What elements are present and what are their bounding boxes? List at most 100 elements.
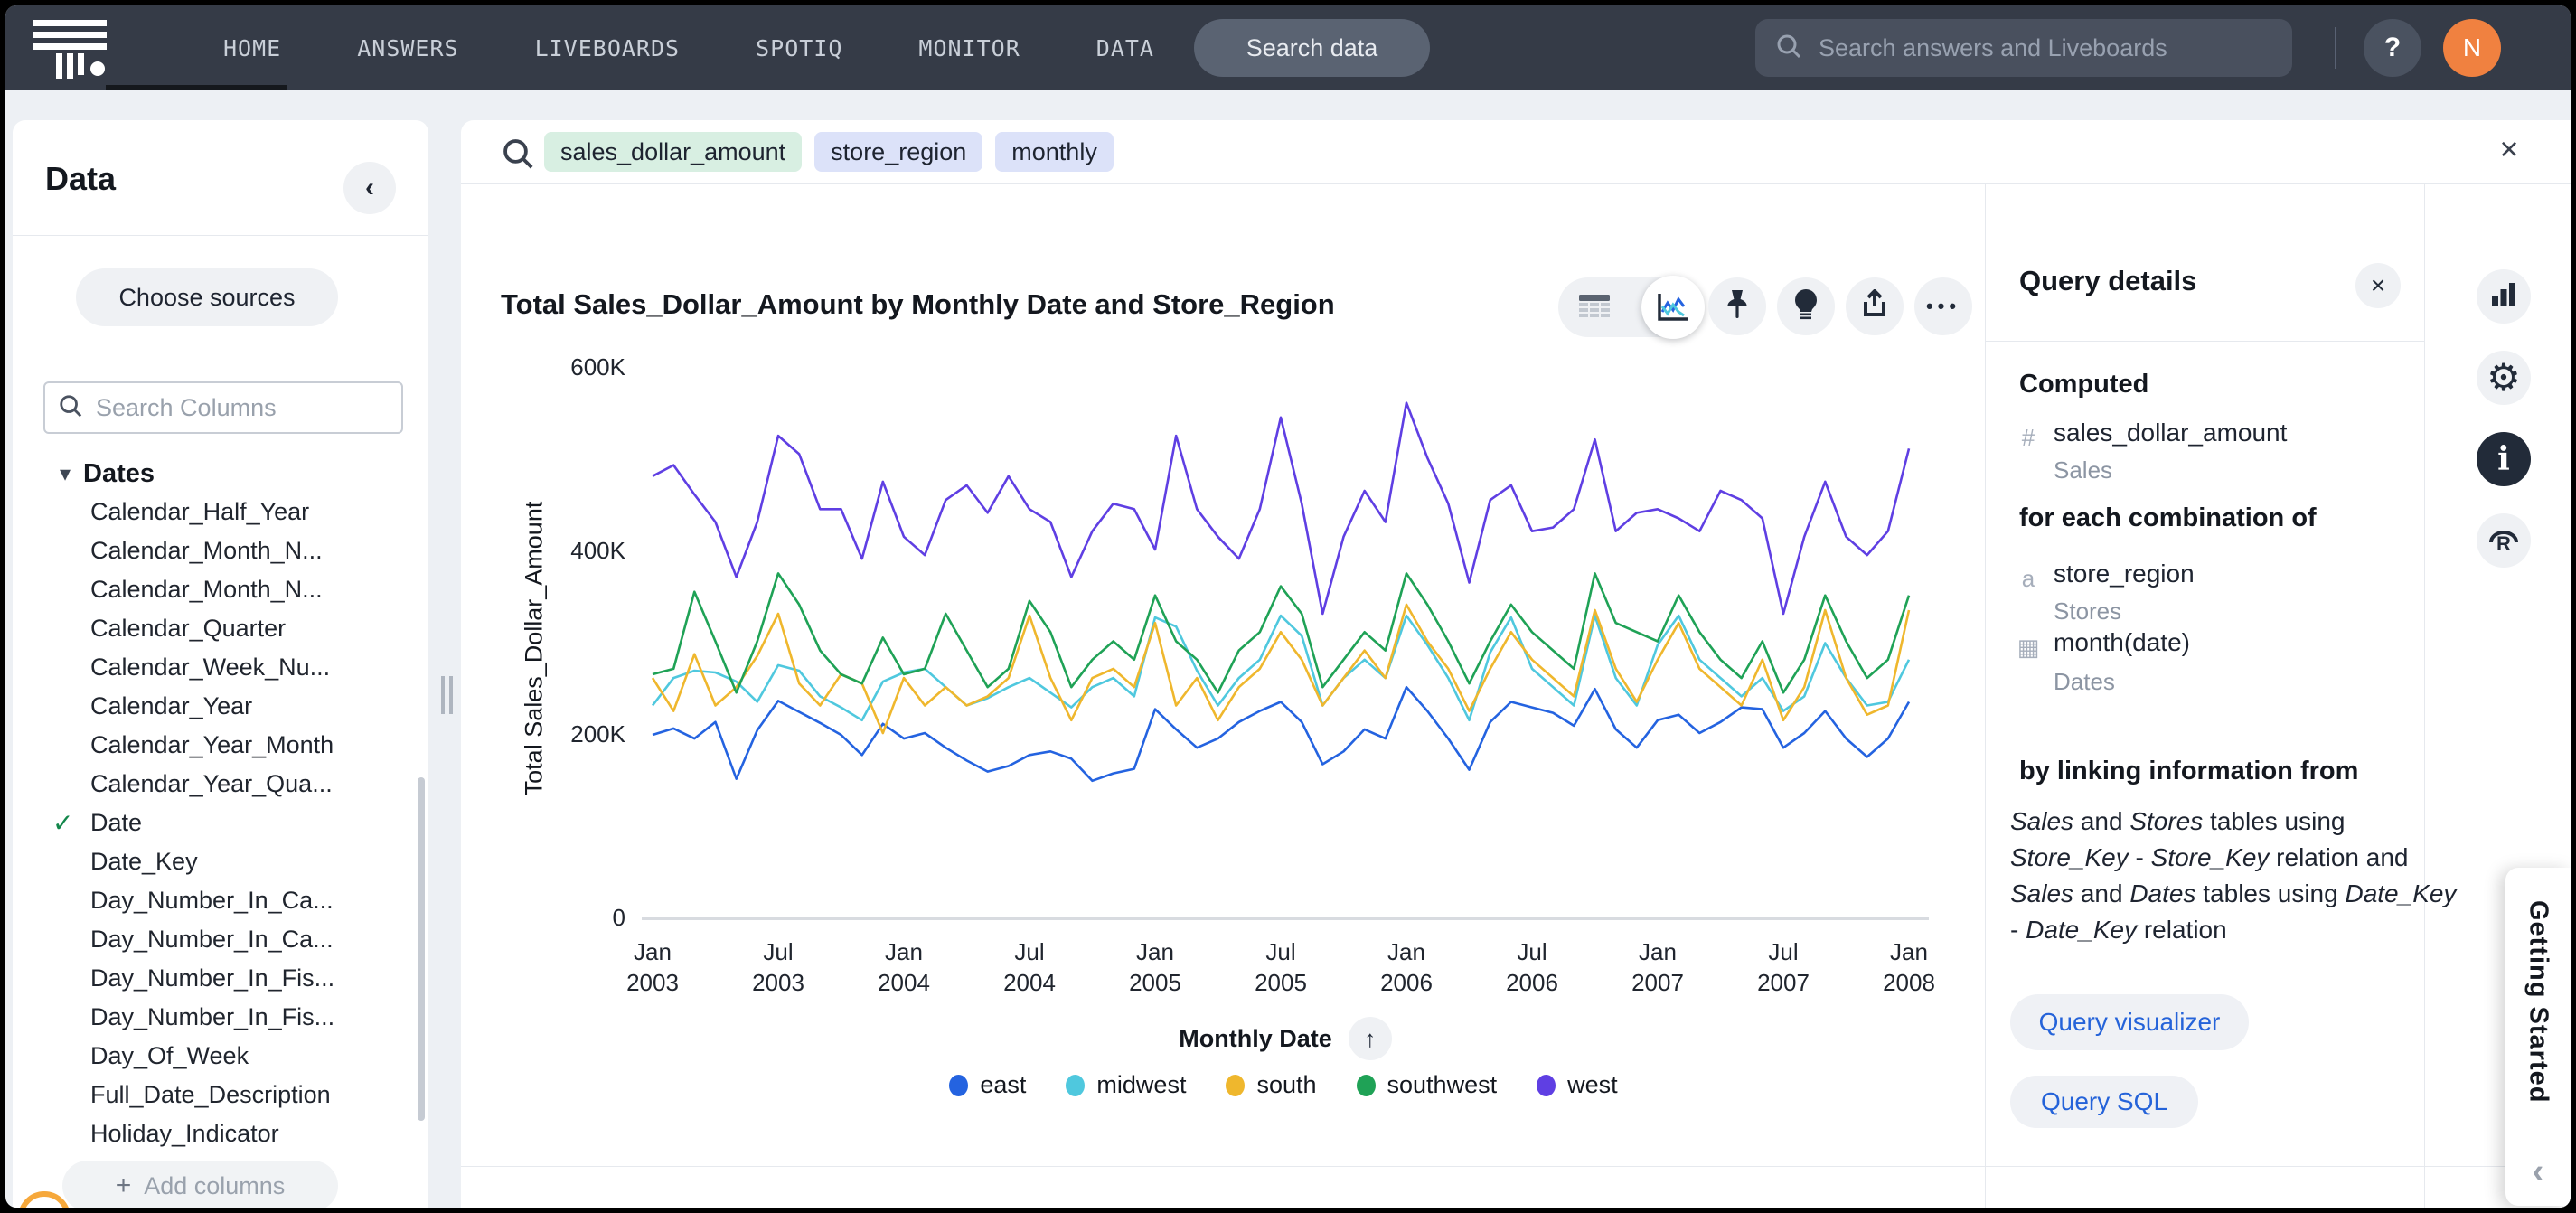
help-button[interactable]: ? (2364, 19, 2421, 77)
settings-button[interactable]: ⚙ (2477, 351, 2531, 405)
pin-icon (1724, 289, 1751, 324)
legend-item-midwest[interactable]: midwest (1066, 1071, 1186, 1099)
clear-search-button[interactable]: × (2487, 127, 2531, 171)
linking-description: Sales and Stores tables using Store_Key … (2010, 804, 2462, 948)
lightbulb-icon (1793, 288, 1819, 325)
column-item-Calendar_Year_Month[interactable]: Calendar_Year_Month (13, 726, 416, 765)
nav-item-answers[interactable]: ANSWERS (357, 35, 458, 61)
legend-item-west[interactable]: west (1537, 1071, 1618, 1099)
column-item-Day_Number_In_Fis...[interactable]: Day_Number_In_Fis... (13, 959, 416, 998)
view-toggle (1558, 277, 1703, 337)
x-tick-Jul-2006: Jul2006 (1478, 936, 1586, 998)
nav-item-liveboards[interactable]: LIVEBOARDS (535, 35, 681, 61)
search-token-store_region[interactable]: store_region (814, 132, 982, 172)
sort-ascending-button[interactable]: ↑ (1349, 1017, 1392, 1060)
combination-heading: for each combination of (2019, 503, 2317, 533)
column-item-Date[interactable]: ✓Date (13, 804, 416, 842)
column-item-Day_Number_In_Fis...[interactable]: Day_Number_In_Fis... (13, 998, 416, 1037)
y-tick-200K: 200K (548, 720, 625, 748)
gear-icon: ⚙ (2487, 359, 2521, 397)
column-item-Day_Number_In_Ca...[interactable]: Day_Number_In_Ca... (13, 881, 416, 920)
data-panel: Data ‹ Choose sources ▾ Dates Calendar_H… (13, 120, 428, 1208)
search-data-button[interactable]: Search data (1194, 19, 1430, 77)
line-series-south[interactable] (653, 605, 1909, 733)
column-item-Calendar_Year_Qua...[interactable]: Calendar_Year_Qua... (13, 765, 416, 804)
query-details-button[interactable]: i (2477, 432, 2531, 486)
search-columns-input[interactable] (94, 393, 389, 423)
user-avatar[interactable]: N (2443, 19, 2501, 77)
more-options-button[interactable]: ••• (1914, 277, 1972, 335)
r-analysis-button[interactable]: R (2477, 513, 2531, 568)
line-series-east[interactable] (653, 687, 1909, 781)
tree-group-dates[interactable]: ▾ Dates (13, 455, 416, 493)
global-search-input[interactable] (1817, 33, 2272, 63)
column-item-Calendar_Week_Nu...[interactable]: Calendar_Week_Nu... (13, 648, 416, 687)
chevron-left-icon[interactable]: ‹ (2533, 1152, 2544, 1191)
divider (461, 1166, 2571, 1167)
column-item-Calendar_Half_Year[interactable]: Calendar_Half_Year (13, 493, 416, 531)
x-tick-Jan-2005: Jan2005 (1101, 936, 1209, 998)
chart-view-icon[interactable] (1641, 276, 1705, 339)
nav-menu: HOME ANSWERS LIVEBOARDS SPOTIQ MONITOR DATA (223, 5, 1154, 90)
legend-item-east[interactable]: east (949, 1071, 1026, 1099)
column-item-Calendar_Month_N...[interactable]: Calendar_Month_N... (13, 531, 416, 570)
x-tick-Jul-2004: Jul2004 (975, 936, 1084, 998)
column-item-Full_Date_Description[interactable]: Full_Date_Description (13, 1076, 416, 1114)
y-axis-title: Total Sales_Dollar_Amount (521, 378, 549, 920)
global-search[interactable] (1755, 19, 2292, 77)
line-series-west[interactable] (653, 403, 1909, 614)
attribute-source: Stores (2054, 597, 2121, 625)
measure-hash-icon: # (2010, 424, 2046, 452)
collapse-panel-button[interactable]: ‹ (343, 162, 396, 214)
pin-button[interactable] (1708, 277, 1766, 335)
panel-resize-handle[interactable] (441, 676, 456, 714)
column-item-Day_Number_In_Ca...[interactable]: Day_Number_In_Ca... (13, 920, 416, 959)
check-icon: ✓ (52, 808, 73, 838)
column-item-Date_Key[interactable]: Date_Key (13, 842, 416, 881)
measure-name: sales_dollar_amount (2054, 418, 2287, 447)
close-query-details-button[interactable]: × (2355, 263, 2401, 308)
getting-started-tab[interactable]: Getting Started ‹ (2505, 868, 2571, 1206)
search-icon (1775, 33, 1802, 64)
choose-sources-button[interactable]: Choose sources (76, 268, 338, 326)
nav-item-monitor[interactable]: MONITOR (918, 35, 1020, 61)
nav-item-home[interactable]: HOME (223, 35, 281, 61)
query-sql-button[interactable]: Query SQL (2010, 1076, 2198, 1128)
query-visualizer-button[interactable]: Query visualizer (2010, 994, 2249, 1050)
divider (1986, 341, 2424, 342)
column-item-Holiday_Indicator[interactable]: Holiday_Indicator (13, 1114, 416, 1153)
search-columns-field[interactable] (43, 381, 403, 434)
chevron-down-icon: ▾ (60, 461, 71, 487)
share-button[interactable] (1846, 277, 1904, 335)
legend-dot (949, 1075, 968, 1096)
table-view-icon[interactable] (1558, 294, 1631, 321)
column-item-Calendar_Month_N...[interactable]: Calendar_Month_N... (13, 570, 416, 609)
tree-group-label: Dates (83, 459, 155, 489)
search-token-bar[interactable]: sales_dollar_amount store_region monthly (544, 132, 1114, 172)
search-token-sales_dollar_amount[interactable]: sales_dollar_amount (544, 132, 802, 172)
attribute-source: Dates (2054, 668, 2115, 696)
tree-items: Calendar_Half_YearCalendar_Month_N...Cal… (13, 493, 416, 1192)
search-token-monthly[interactable]: monthly (995, 132, 1114, 172)
chart-config-button[interactable] (2477, 269, 2531, 324)
column-item-Day_Of_Week[interactable]: Day_Of_Week (13, 1037, 416, 1076)
data-panel-title: Data (45, 160, 116, 198)
x-tick-Jul-2003: Jul2003 (724, 936, 832, 998)
legend-item-south[interactable]: south (1226, 1071, 1316, 1099)
line-chart[interactable] (635, 353, 1936, 949)
thoughtspot-logo-icon[interactable] (33, 20, 112, 84)
y-tick-600K: 600K (548, 353, 625, 381)
nav-item-spotiq[interactable]: SPOTIQ (756, 35, 842, 61)
columns-tree: ▾ Dates Calendar_Half_YearCalendar_Month… (13, 455, 416, 1208)
sidebar-scrollbar[interactable] (418, 777, 425, 1121)
column-item-Calendar_Quarter[interactable]: Calendar_Quarter (13, 609, 416, 648)
column-item-Calendar_Year[interactable]: Calendar_Year (13, 687, 416, 726)
measure-source: Sales (2054, 456, 2112, 484)
add-columns-button[interactable]: + Add columns (62, 1161, 338, 1208)
query-details-title: Query details (2019, 265, 2196, 297)
spotiq-button[interactable] (1777, 277, 1835, 335)
attribute-text-icon: a (2010, 565, 2046, 593)
legend-item-southwest[interactable]: southwest (1357, 1071, 1498, 1099)
search-icon (58, 393, 83, 423)
nav-item-data[interactable]: DATA (1096, 35, 1154, 61)
